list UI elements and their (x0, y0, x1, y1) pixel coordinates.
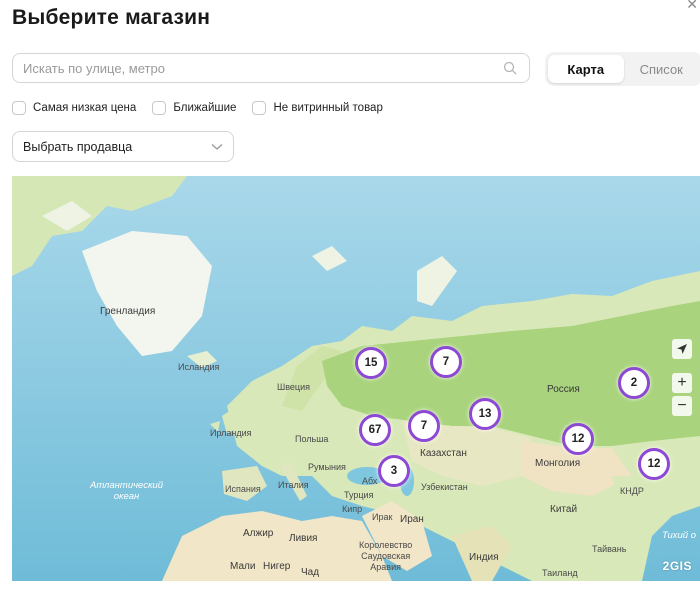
map-label-iran: Иран (400, 514, 424, 525)
map-label-libya: Ливия (289, 533, 318, 544)
map-label-kazakhstan: Казахстан (420, 448, 467, 459)
map-label-iceland: Исландия (178, 362, 220, 372)
map-label-chad: Чад (301, 567, 320, 578)
map-label-romania: Румыния (308, 462, 346, 472)
map-label-atlantic-ocean: Атлантический океан (90, 480, 164, 502)
filter-lowest-price[interactable]: Самая низкая цена (12, 101, 136, 115)
view-toggle: Карта Список (545, 52, 700, 86)
map-cluster-marker[interactable]: 13 (469, 398, 501, 430)
checkbox[interactable] (12, 101, 26, 115)
filter-nearest[interactable]: Ближайшие (152, 101, 236, 115)
map-cluster-marker[interactable]: 67 (359, 414, 391, 446)
checkbox[interactable] (252, 101, 267, 115)
map-label-russia: Россия (547, 384, 580, 395)
map-label-mali: Мали (230, 561, 256, 572)
map-brand-logo: 2GIS (662, 559, 692, 573)
map-label-cyprus: Кипр (342, 504, 363, 514)
map-cluster-marker[interactable]: 12 (638, 448, 670, 480)
map-cluster-marker[interactable]: 3 (378, 455, 410, 487)
map-label-pacific-ocean: Тихий о (662, 530, 697, 541)
map-label-algeria: Алжир (243, 528, 274, 539)
map-label-saudi-arabia: Королевство Саудовская Аравия (359, 540, 413, 572)
checkbox[interactable] (152, 101, 167, 115)
map-label-sweden: Швеция (277, 382, 310, 392)
filter-label: Не витринный товар (273, 102, 383, 114)
filter-non-display-item[interactable]: Не витринный товар (252, 101, 383, 115)
map-label-uzbekistan: Узбекистан (421, 482, 468, 492)
map-label-niger: Нигер (263, 561, 291, 572)
zoom-in-button[interactable]: + (672, 373, 692, 393)
filter-label: Самая низкая цена (33, 102, 137, 114)
map-label-greenland: Гренландия (100, 306, 156, 317)
seller-select-label: Выбрать продавца (23, 139, 133, 154)
map-label-mongolia: Монголия (535, 458, 581, 469)
map-label-dprk: КНДР (620, 486, 644, 496)
search-icon[interactable] (499, 61, 521, 75)
map-label-india: Индия (469, 552, 499, 563)
tab-map[interactable]: Карта (548, 55, 624, 83)
map-cluster-marker[interactable]: 12 (562, 423, 594, 455)
store-map[interactable]: Гренландия Исландия Швеция Ирландия Поль… (12, 176, 700, 581)
seller-select[interactable]: Выбрать продавца (12, 131, 234, 162)
map-cluster-marker[interactable]: 7 (430, 346, 462, 378)
map-label-italy: Италия (278, 480, 309, 490)
map-label-spain: Испания (225, 484, 261, 494)
filter-label: Ближайшие (173, 102, 237, 114)
map-label-iraq: Ирак (372, 512, 393, 522)
map-label-china: Китай (550, 504, 578, 515)
map-cluster-marker[interactable]: 15 (355, 347, 387, 379)
close-icon[interactable]: ✕ (686, 0, 698, 13)
map-cluster-marker[interactable]: 7 (408, 410, 440, 442)
zoom-out-button[interactable]: − (672, 396, 692, 416)
map-cluster-marker[interactable]: 2 (618, 367, 650, 399)
map-label-ireland: Ирландия (210, 428, 252, 438)
filters: Самая низкая цена Ближайшие Не витринный… (12, 101, 399, 115)
map-label-taiwan: Тайвань (592, 544, 627, 554)
page-title: Выберите магазин (12, 6, 211, 29)
map-label-thailand: Таиланд (542, 568, 578, 578)
search-field[interactable] (12, 53, 530, 83)
map-background (12, 176, 700, 581)
map-label-poland: Польша (295, 434, 329, 444)
search-input[interactable] (13, 59, 499, 77)
navigation-arrow-icon[interactable] (672, 339, 692, 359)
map-label-abkhazia: Абх (362, 476, 378, 486)
tab-list[interactable]: Список (624, 55, 700, 83)
map-label-turkey: Турция (344, 490, 374, 500)
chevron-down-icon (211, 140, 223, 154)
